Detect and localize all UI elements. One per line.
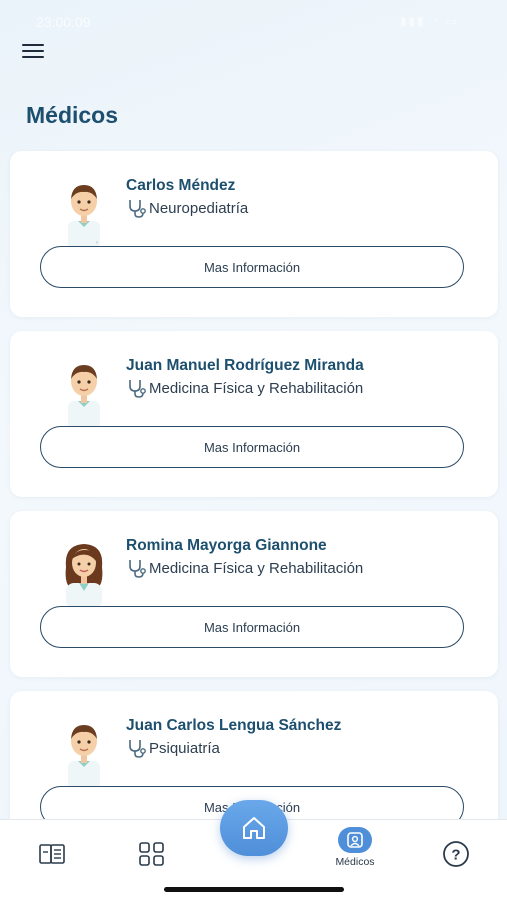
more-info-button[interactable]: Mas Información bbox=[40, 426, 464, 468]
doctor-card: Romina Mayorga Giannone Medicina Física … bbox=[10, 511, 498, 677]
home-indicator bbox=[164, 887, 344, 892]
more-info-button[interactable]: Mas Información bbox=[40, 606, 464, 648]
status-icons: ▮▮▮ ◔ ▭ bbox=[399, 14, 459, 28]
specialty-row: Psiquiatría bbox=[126, 737, 220, 759]
nav-medicos[interactable]: Médicos bbox=[330, 822, 380, 872]
doctor-specialty: Psiquiatría bbox=[149, 739, 220, 757]
doctor-card: ᵢᵥ Carlos Méndez Neuropediatría Mas Info… bbox=[10, 151, 498, 317]
female-doctor-avatar bbox=[65, 544, 103, 609]
home-icon bbox=[243, 817, 265, 839]
doctor-specialty: Medicina Física y Rehabilitación bbox=[149, 379, 364, 397]
male-doctor-avatar bbox=[68, 365, 100, 429]
doctor-name: Juan Carlos Lengua Sánchez bbox=[126, 717, 342, 734]
stethoscope-icon bbox=[129, 560, 146, 578]
stethoscope-icon bbox=[129, 200, 146, 218]
home-button[interactable] bbox=[220, 800, 288, 856]
hamburger-menu-icon[interactable] bbox=[22, 44, 44, 60]
nav-medicos-label: Médicos bbox=[335, 855, 375, 868]
specialty-row: Medicina Física y Rehabilitación bbox=[126, 377, 363, 399]
male-doctor-avatar: ᵢᵥ bbox=[68, 185, 100, 249]
doctor-icon bbox=[338, 826, 372, 853]
specialty-row: Neuropediatría bbox=[126, 197, 248, 219]
stethoscope-icon bbox=[129, 380, 146, 398]
doctor-list: ᵢᵥ Carlos Méndez Neuropediatría Mas Info… bbox=[10, 151, 498, 871]
doctor-card: Juan Manuel Rodríguez Miranda Medicina F… bbox=[10, 331, 498, 497]
status-time: 23:00:09 bbox=[36, 14, 91, 30]
documents-icon[interactable] bbox=[32, 834, 72, 874]
doctor-specialty: Medicina Física y Rehabilitación bbox=[149, 559, 364, 577]
male-doctor-avatar bbox=[68, 725, 100, 789]
grid-icon[interactable] bbox=[132, 834, 172, 874]
bottom-nav: Médicos ? bbox=[0, 800, 507, 900]
doctor-name: Juan Manuel Rodríguez Miranda bbox=[126, 357, 364, 374]
doctor-name: Romina Mayorga Giannone bbox=[126, 537, 327, 554]
status-bar: 23:00:09 ▮▮▮ ◔ ▭ bbox=[0, 0, 507, 44]
svg-text:?: ? bbox=[451, 847, 460, 864]
more-info-button[interactable]: Mas Información bbox=[40, 246, 464, 288]
page-title: Médicos bbox=[26, 102, 119, 128]
specialty-row: Medicina Física y Rehabilitación bbox=[126, 557, 363, 579]
stethoscope-icon bbox=[129, 740, 146, 758]
doctor-name: Carlos Méndez bbox=[126, 177, 236, 194]
help-icon[interactable]: ? bbox=[436, 834, 476, 874]
doctor-specialty: Neuropediatría bbox=[149, 199, 249, 217]
